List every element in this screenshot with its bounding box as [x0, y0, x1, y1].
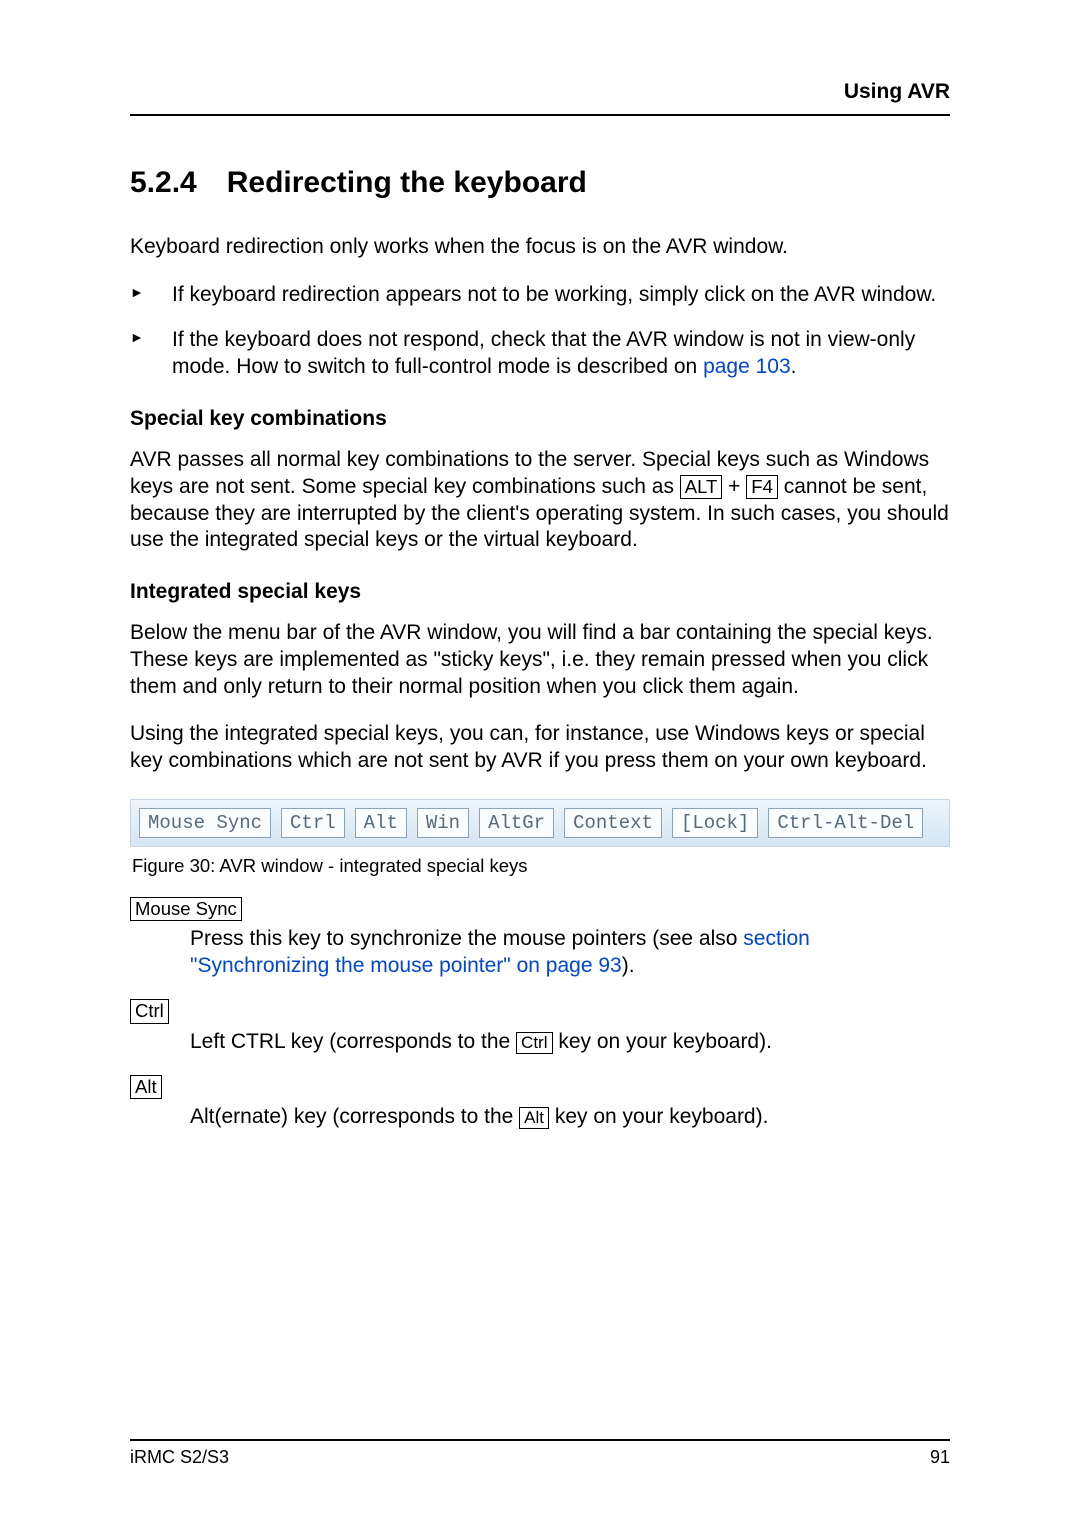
- alt-inline-key-icon: Alt: [519, 1107, 549, 1129]
- text-fragment: Press this key to synchronize the mouse …: [190, 927, 743, 950]
- win-button[interactable]: Win: [417, 808, 469, 838]
- alt-key-icon: Alt: [130, 1075, 162, 1099]
- bullet-list: If keyboard redirection appears not to b…: [130, 281, 950, 381]
- alt-button[interactable]: Alt: [355, 808, 407, 838]
- running-header: Using AVR: [130, 80, 950, 114]
- special-keys-paragraph: AVR passes all normal key combinations t…: [130, 447, 950, 555]
- def-term: Alt: [130, 1075, 950, 1099]
- page: Using AVR 5.2.4Redirecting the keyboard …: [0, 0, 1080, 1526]
- page-link[interactable]: page 103: [703, 355, 791, 378]
- text-fragment: key on your keyboard).: [549, 1105, 768, 1128]
- ctrl-button[interactable]: Ctrl: [281, 808, 345, 838]
- def-term: Ctrl: [130, 999, 950, 1023]
- integrated-keys-paragraph-2: Using the integrated special keys, you c…: [130, 721, 950, 775]
- page-footer: iRMC S2/S3 91: [130, 1431, 950, 1468]
- def-body: Left CTRL key (corresponds to the Ctrl k…: [190, 1028, 950, 1055]
- bullet-text-part3: .: [791, 355, 797, 378]
- text-fragment: key on your keyboard).: [553, 1030, 772, 1053]
- subheading-special-keys: Special key combinations: [130, 407, 950, 431]
- ctrl-alt-del-button[interactable]: Ctrl-Alt-Del: [768, 808, 923, 838]
- figure-caption: Figure 30: AVR window - integrated speci…: [132, 855, 950, 877]
- subheading-integrated-keys: Integrated special keys: [130, 580, 950, 604]
- definition-list: Mouse Sync Press this key to synchronize…: [130, 897, 950, 1131]
- f4-key-icon: F4: [746, 475, 778, 499]
- bullet-text: If keyboard redirection appears not to b…: [172, 283, 936, 306]
- integrated-keys-paragraph-1: Below the menu bar of the AVR window, yo…: [130, 620, 950, 701]
- alt-key-icon: ALT: [680, 475, 723, 499]
- context-button[interactable]: Context: [564, 808, 662, 838]
- page-number: 91: [930, 1447, 950, 1468]
- list-item: If keyboard redirection appears not to b…: [130, 281, 950, 308]
- lock-button[interactable]: [Lock]: [672, 808, 758, 838]
- text-fragment: Left CTRL key (corresponds to the: [190, 1030, 516, 1053]
- ctrl-key-icon: Ctrl: [130, 999, 169, 1023]
- section-number: 5.2.4: [130, 166, 197, 199]
- text-fragment: Alt(ernate) key (corresponds to the: [190, 1105, 519, 1128]
- mouse-sync-button[interactable]: Mouse Sync: [139, 808, 271, 838]
- altgr-button[interactable]: AltGr: [479, 808, 554, 838]
- header-rule: [130, 114, 950, 116]
- def-term: Mouse Sync: [130, 897, 950, 921]
- footer-left: iRMC S2/S3: [130, 1447, 229, 1468]
- figure-special-keys-bar: Mouse Sync Ctrl Alt Win AltGr Context [L…: [130, 799, 950, 847]
- bullet-text-part1: If the keyboard does not respond, check …: [172, 328, 915, 378]
- footer-row: iRMC S2/S3 91: [130, 1447, 950, 1468]
- section-heading: Redirecting the keyboard: [227, 166, 587, 199]
- text-fragment: ).: [622, 954, 635, 977]
- text-fragment: +: [722, 475, 746, 498]
- def-body: Press this key to synchronize the mouse …: [190, 925, 950, 980]
- section-title: 5.2.4 Redirecting the keyboard: [130, 166, 950, 200]
- footer-rule: [130, 1439, 950, 1441]
- mouse-sync-key-icon: Mouse Sync: [130, 897, 242, 921]
- list-item: If the keyboard does not respond, check …: [130, 326, 950, 381]
- intro-paragraph: Keyboard redirection only works when the…: [130, 234, 950, 261]
- def-body: Alt(ernate) key (corresponds to the Alt …: [190, 1103, 950, 1130]
- ctrl-inline-key-icon: Ctrl: [516, 1032, 552, 1054]
